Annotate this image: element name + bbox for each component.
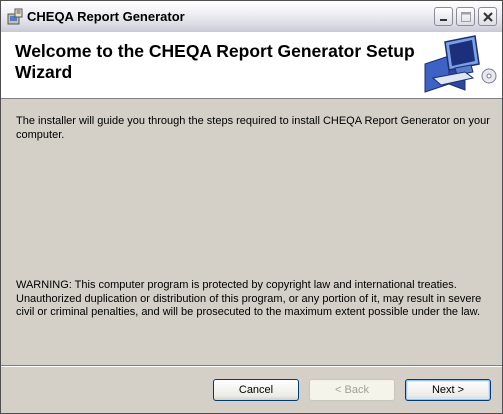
setup-wizard-window: CHEQA Report Generator Welcome to the CH… [0, 0, 503, 414]
maximize-icon [461, 12, 471, 22]
window-title: CHEQA Report Generator [27, 9, 185, 24]
title-bar[interactable]: CHEQA Report Generator [1, 1, 502, 33]
cancel-button[interactable]: Cancel [213, 379, 299, 401]
installer-icon [7, 8, 23, 25]
copyright-warning-text: WARNING: This computer program is protec… [16, 279, 482, 318]
intro-text: The installer will guide you through the… [16, 115, 490, 141]
minimize-icon [440, 19, 447, 21]
minimize-button[interactable] [434, 7, 453, 26]
next-button[interactable]: Next > [405, 379, 491, 401]
wizard-title: Welcome to the CHEQA Report Generator Se… [15, 41, 415, 82]
close-icon [483, 12, 493, 22]
wizard-header-banner: Welcome to the CHEQA Report Generator Se… [1, 32, 502, 99]
close-button[interactable] [478, 7, 497, 26]
computer-setup-icon [424, 35, 497, 93]
footer-divider-highlight [1, 366, 502, 367]
maximize-button[interactable] [456, 7, 475, 26]
back-button[interactable]: < Back [309, 379, 395, 401]
